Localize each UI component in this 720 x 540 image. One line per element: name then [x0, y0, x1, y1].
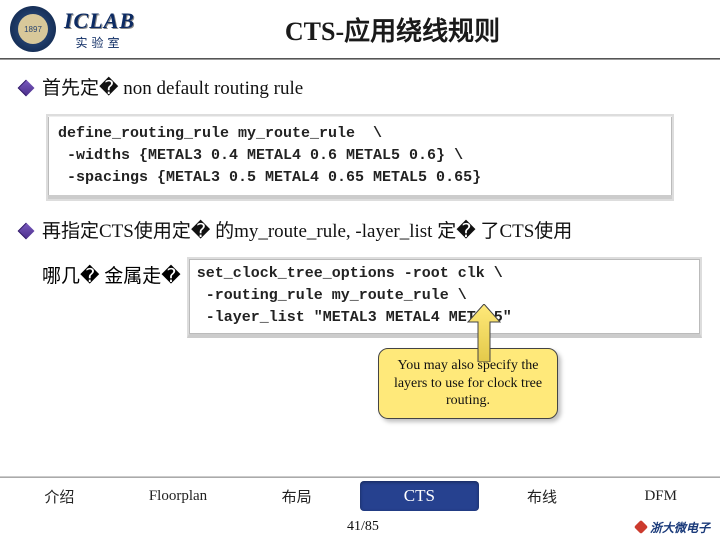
footer-brand: 浙大微电子 [636, 519, 710, 536]
page-number: 41/85 [347, 519, 379, 535]
code-block-2: set_clock_tree_options -root clk \ -rout… [187, 257, 702, 338]
slide-content: 首先定� non default routing rule define_rou… [0, 60, 720, 338]
tab-floorplan[interactable]: Floorplan [119, 478, 238, 514]
code-block-1: define_routing_rule my_route_rule \ -wid… [46, 114, 674, 200]
university-logo-inner: 1897 [18, 14, 48, 44]
brand-dot-icon [634, 520, 648, 534]
slide-header: 1897 ICLAB 实验室 CTS-应用绕线规则 [0, 0, 720, 58]
tab-dfm[interactable]: DFM [601, 478, 720, 514]
diamond-bullet-icon [18, 80, 35, 97]
bullet-2-text: 再指定CTS使用定� 的my_route_rule, -layer_list 定… [42, 217, 572, 247]
footer-brand-text: 浙大微电子 [650, 519, 710, 536]
tab-placement[interactable]: 布局 [237, 478, 356, 514]
code-block-1-text: define_routing_rule my_route_rule \ -wid… [48, 116, 672, 198]
tab-intro[interactable]: 介绍 [0, 478, 119, 514]
lab-subtitle: 实验室 [76, 34, 124, 51]
university-logo: 1897 [10, 6, 56, 52]
callout-arrow-icon [464, 304, 504, 362]
tab-route[interactable]: 布线 [483, 478, 602, 514]
slide-bottom: 介绍 Floorplan 布局 CTS 布线 DFM 41/85 浙大微电子 [0, 476, 720, 540]
bullet-2: 再指定CTS使用定� 的my_route_rule, -layer_list 定… [18, 217, 702, 247]
slide-title: CTS-应用绕线规则 [145, 11, 710, 48]
bullet-2-line1: 再指定CTS使用定� 的my_route_rule, -layer_list 定… [42, 221, 572, 242]
lab-name: ICLAB [64, 8, 135, 34]
slide-footer: 41/85 浙大微电子 [0, 514, 720, 540]
diamond-bullet-icon [18, 222, 35, 239]
bullet-1: 首先定� non default routing rule [18, 74, 702, 104]
bullet-2-line2: 哪几� 金属走� [18, 257, 181, 288]
bullet-2-row: 哪几� 金属走� set_clock_tree_options -root cl… [18, 257, 702, 338]
lab-logo: ICLAB 实验室 [64, 8, 135, 51]
callout-wrap: You may also specify the layers to use f… [378, 348, 558, 419]
bullet-1-text: 首先定� non default routing rule [42, 74, 303, 104]
tab-cts[interactable]: CTS [360, 481, 479, 511]
tab-bar: 介绍 Floorplan 布局 CTS 布线 DFM [0, 478, 720, 514]
